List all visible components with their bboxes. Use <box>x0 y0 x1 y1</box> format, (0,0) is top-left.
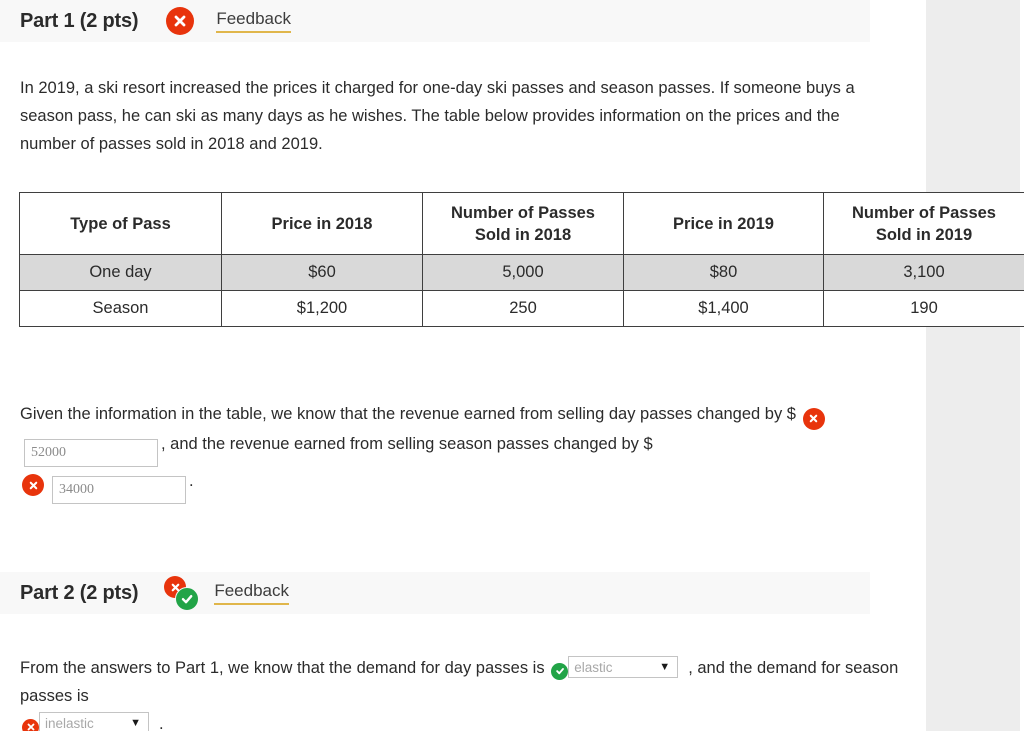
part-2-title: Part 2 (2 pts) <box>20 581 139 604</box>
part-1-header: Part 1 (2 pts) Feedback <box>0 0 870 42</box>
table-cell: 250 <box>422 290 624 327</box>
table-cell: One day <box>19 254 222 291</box>
part-2-feedback-link[interactable]: Feedback <box>214 581 290 605</box>
header-line: Type of Pass <box>70 214 171 233</box>
right-gutter-panel <box>926 0 1020 731</box>
answer-text-1: From the answers to Part 1, we know that… <box>20 659 545 677</box>
part-1-answer-block: Given the information in the table, we k… <box>20 400 890 504</box>
day-pass-revenue-input[interactable] <box>24 438 158 467</box>
error-x-icon <box>22 718 39 731</box>
table-cell: 3,100 <box>823 254 1024 291</box>
header-line: Number of Passes <box>451 203 595 222</box>
error-x-icon <box>166 7 195 35</box>
table-cell: $1,200 <box>221 290 423 327</box>
table-header-cell: Price in 2019 <box>623 192 824 255</box>
day-pass-elasticity-select[interactable]: elastic ▼ <box>568 656 679 678</box>
season-pass-elasticity-select[interactable]: inelastic ▼ <box>39 712 149 731</box>
answer-text-2: , and the revenue earned from selling se… <box>161 434 653 453</box>
part-2-status-icons <box>164 576 200 611</box>
table-header-cell: Number of Passes Sold in 2018 <box>422 192 624 255</box>
day-pass-elasticity-value: elastic <box>574 660 613 675</box>
part-2-answer-block: From the answers to Part 1, we know that… <box>20 654 900 731</box>
table-header-cell: Price in 2018 <box>221 192 423 255</box>
success-check-icon <box>175 587 200 611</box>
answer-text-3: . <box>159 715 164 731</box>
table-cell: $80 <box>623 254 824 291</box>
table-row: Season $1,200 250 $1,400 190 <box>19 290 1024 327</box>
answer-text-1: Given the information in the table, we k… <box>20 405 796 423</box>
header-line: Number of Passes <box>852 203 996 222</box>
error-x-icon <box>22 474 44 496</box>
table-cell: 190 <box>823 290 1024 327</box>
table-cell: $1,400 <box>623 290 824 327</box>
intro-paragraph: In 2019, a ski resort increased the pric… <box>20 79 855 153</box>
part-1-feedback-link[interactable]: Feedback <box>216 9 292 33</box>
answer-text-3: . <box>189 471 194 490</box>
header-line: Sold in 2018 <box>474 225 572 244</box>
table-header-cell: Number of Passes Sold in 2019 <box>823 192 1024 255</box>
part-1-title: Part 1 (2 pts) <box>20 9 139 32</box>
header-line: Price in 2019 <box>673 214 774 233</box>
table-cell: Season <box>19 290 222 327</box>
part-2-header: Part 2 (2 pts) Feedback <box>0 572 870 614</box>
chevron-down-icon: ▼ <box>659 661 671 673</box>
pass-price-table: Type of Pass Price in 2018 Number of Pas… <box>19 192 1024 327</box>
chevron-down-icon: ▼ <box>130 717 141 729</box>
table-header-cell: Type of Pass <box>19 192 222 255</box>
table-cell: 5,000 <box>422 254 624 291</box>
table-row: One day $60 5,000 $80 3,100 <box>19 254 1024 291</box>
header-line: Sold in 2019 <box>875 225 973 244</box>
season-pass-revenue-input[interactable] <box>52 475 186 504</box>
table-header-row: Type of Pass Price in 2018 Number of Pas… <box>19 192 1024 255</box>
part-1-status-icons <box>166 4 200 38</box>
season-pass-elasticity-value: inelastic <box>45 716 94 731</box>
success-check-icon <box>551 662 569 680</box>
error-x-icon <box>802 407 825 430</box>
header-line: Price in 2018 <box>271 214 373 233</box>
table-cell: $60 <box>221 254 423 291</box>
quiz-page: Part 1 (2 pts) Feedback In 2019, a ski r… <box>0 0 1024 731</box>
